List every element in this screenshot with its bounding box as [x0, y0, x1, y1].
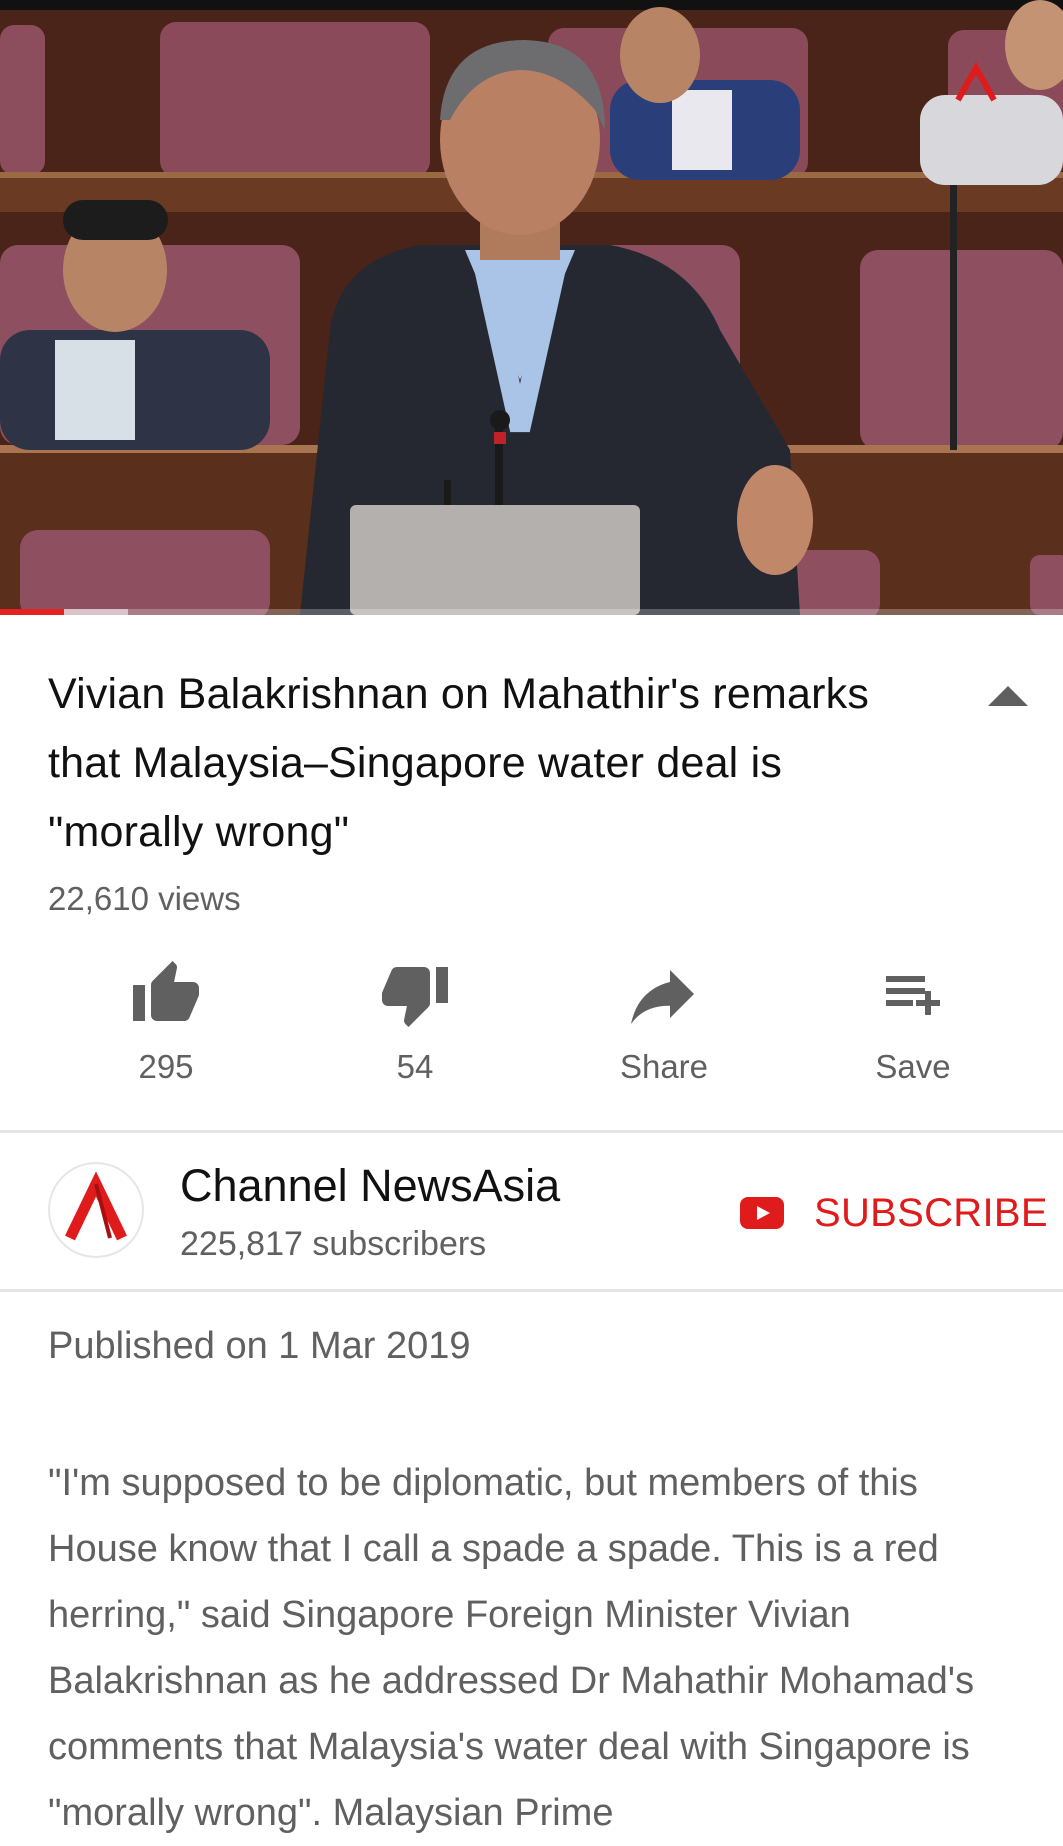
playlist-add-icon [886, 976, 940, 1015]
video-title: Vivian Balakrishnan on Mahathir's remark… [48, 670, 870, 856]
share-label: Share [619, 1048, 709, 1085]
video-description: "I'm supposed to be diplomatic, but memb… [48, 1462, 975, 1834]
video-frame [0, 0, 1063, 615]
video-played-bar [0, 609, 64, 615]
save-button[interactable]: Save [833, 950, 993, 1090]
caret-up-icon[interactable] [986, 680, 1030, 710]
share-icon [631, 970, 694, 1024]
dislike-count: 54 [396, 1048, 434, 1085]
divider [0, 1289, 1063, 1292]
channel-name[interactable]: Channel NewsAsia [180, 1160, 560, 1212]
like-count: 295 [138, 1048, 194, 1085]
channel-logo-icon [65, 1171, 127, 1241]
youtube-play-icon [740, 1197, 784, 1229]
channel-avatar[interactable] [48, 1162, 144, 1258]
subscriber-count: 225,817 subscribers [180, 1225, 487, 1263]
subscribe-button[interactable]: SUBSCRIBE [740, 1185, 1048, 1241]
thumbs-down-icon [382, 967, 448, 1027]
dislike-button[interactable]: 54 [335, 950, 495, 1090]
save-label: Save [875, 1048, 951, 1085]
action-bar: 295 54 Share Save [0, 950, 1063, 1100]
video-player[interactable] [0, 0, 1063, 615]
view-count: 22,610 views [48, 880, 241, 917]
published-date: Published on 1 Mar 2019 [48, 1325, 471, 1367]
like-button[interactable]: 295 [86, 950, 246, 1090]
thumbs-up-icon [133, 961, 199, 1021]
divider [0, 1130, 1063, 1133]
subscribe-label: SUBSCRIBE [814, 1190, 1048, 1235]
share-button[interactable]: Share [584, 950, 744, 1090]
video-progress-bar[interactable] [0, 609, 1063, 615]
